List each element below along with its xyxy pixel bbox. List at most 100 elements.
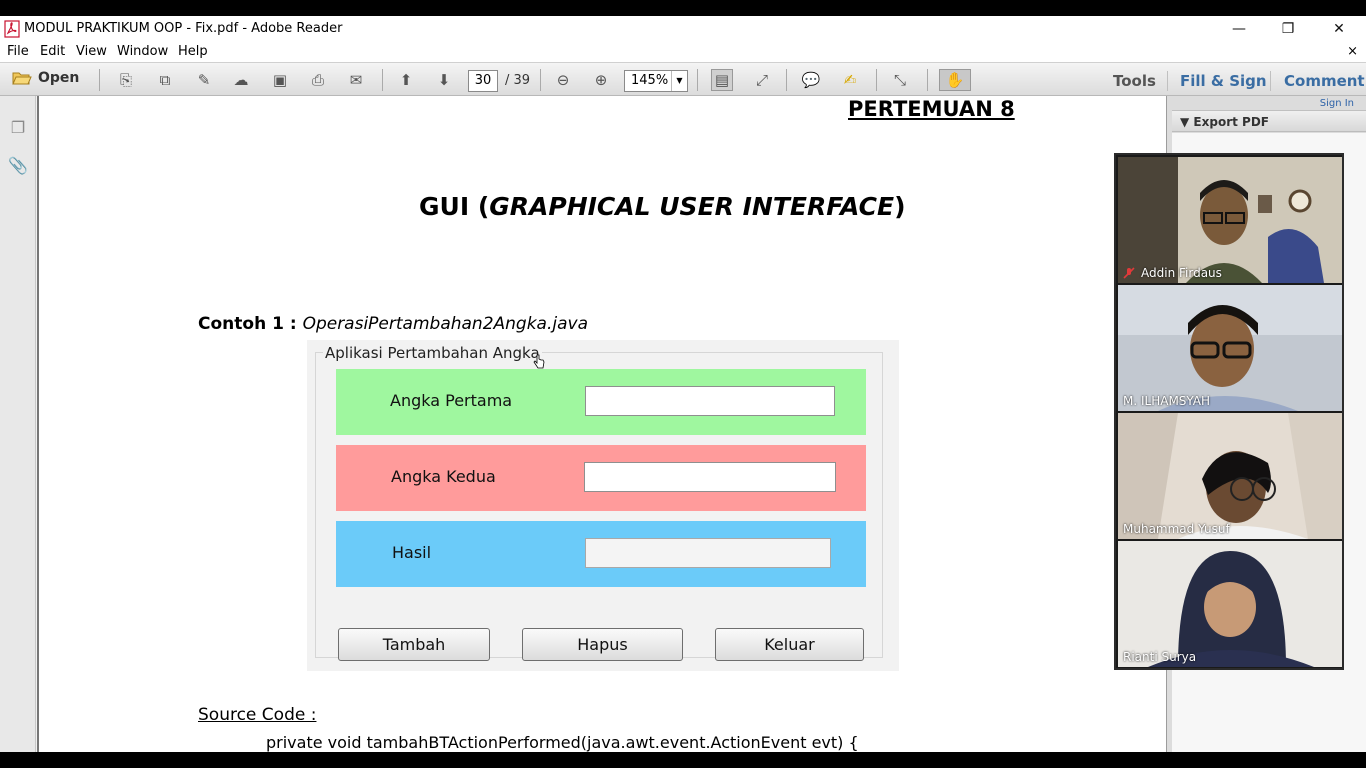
- attachments-icon[interactable]: 📎: [8, 156, 28, 176]
- page-thumbnails-icon[interactable]: ❐: [8, 118, 28, 138]
- hapus-button: Hapus: [522, 628, 683, 661]
- tambah-button: Tambah: [338, 628, 490, 661]
- highlight-icon[interactable]: ✍: [839, 69, 861, 91]
- keluar-button: Keluar: [715, 628, 864, 661]
- toolbar-divider: [1167, 71, 1168, 91]
- document-view[interactable]: PERTEMUAN 8 GUI (GRAPHICAL USER INTERFAC…: [37, 96, 1166, 752]
- angka-kedua-field: [584, 462, 836, 492]
- muted-mic-icon: [1123, 267, 1135, 279]
- save-icon[interactable]: ▣: [269, 69, 291, 91]
- previous-page-icon[interactable]: ⬆: [395, 69, 417, 91]
- angka-pertama-field: [585, 386, 835, 416]
- minimize-button[interactable]: —: [1216, 16, 1262, 42]
- page-title: GUI (GRAPHICAL USER INTERFACE): [419, 192, 906, 221]
- close-button[interactable]: ✕: [1316, 16, 1362, 42]
- title-prefix: GUI (: [419, 192, 490, 221]
- screen: MODUL PRAKTIKUM OOP - Fix.pdf - Adobe Re…: [0, 0, 1366, 768]
- toolbar: Open ⎘ ⧉ ✎ ☁ ▣ ⎙ ✉ ⬆ ⬇ 30 / 39 ⊖ ⊕ 145% …: [0, 62, 1366, 96]
- page-number-input[interactable]: 30: [468, 70, 498, 92]
- participant-name: Muhammad Yusuf: [1123, 522, 1230, 536]
- java-app-screenshot: Aplikasi Pertambahan Angka Angka Pertama…: [307, 340, 899, 671]
- menu-view[interactable]: View: [76, 44, 107, 59]
- angka-pertama-label: Angka Pertama: [390, 391, 513, 410]
- video-call-overlay: Addin Firdaus M. ILHAMSYAH Muhammad Yusu…: [1114, 153, 1344, 670]
- cloud-upload-icon[interactable]: ☁: [230, 69, 252, 91]
- hand-cursor-icon: [533, 354, 545, 369]
- comment-icon[interactable]: 💬: [800, 69, 822, 91]
- export-pdf-icon[interactable]: ⧉: [154, 69, 176, 91]
- example-caption: Contoh 1 : OperasiPertambahan2Angka.java: [198, 314, 588, 334]
- hasil-label: Hasil: [392, 543, 432, 562]
- participant-tile[interactable]: Addin Firdaus: [1118, 157, 1342, 283]
- title-suffix: ): [894, 192, 906, 221]
- toolbar-divider: [927, 69, 928, 91]
- bottom-bar: [0, 752, 1366, 768]
- page-heading: PERTEMUAN 8: [848, 97, 1015, 121]
- hand-tool-icon[interactable]: ✋: [939, 69, 971, 91]
- toolbar-divider: [382, 69, 383, 91]
- fullscreen-icon[interactable]: ⤡: [889, 69, 911, 91]
- angka-kedua-label: Angka Kedua: [391, 467, 496, 486]
- code-line: private void tambahBTActionPerformed(jav…: [266, 733, 859, 752]
- participant-video: [1118, 413, 1342, 539]
- fit-page-icon[interactable]: ▤: [711, 69, 733, 91]
- toolbar-divider: [1270, 71, 1271, 91]
- tools-tab[interactable]: Tools: [1113, 72, 1156, 90]
- menu-help[interactable]: Help: [178, 44, 208, 59]
- menu-file[interactable]: File: [7, 44, 29, 59]
- window-title: MODUL PRAKTIKUM OOP - Fix.pdf - Adobe Re…: [24, 21, 343, 36]
- next-page-icon[interactable]: ⬇: [433, 69, 455, 91]
- participant-tile[interactable]: M. ILHAMSYAH: [1118, 285, 1342, 411]
- example-label: Contoh 1 :: [198, 314, 303, 334]
- export-pdf-section[interactable]: ▼ Export PDF: [1172, 110, 1366, 132]
- source-code-heading: Source Code :: [198, 705, 317, 725]
- adobe-reader-window: MODUL PRAKTIKUM OOP - Fix.pdf - Adobe Re…: [0, 16, 1366, 752]
- example-filename: OperasiPertambahan2Angka.java: [302, 314, 588, 334]
- java-frame-title: Aplikasi Pertambahan Angka: [323, 344, 542, 362]
- fill-sign-tab[interactable]: Fill & Sign: [1180, 72, 1267, 90]
- menu-bar: File Edit View Window Help ×: [0, 42, 1366, 62]
- menu-edit[interactable]: Edit: [40, 44, 65, 59]
- toolbar-divider: [876, 69, 877, 91]
- maximize-button[interactable]: ❐: [1265, 16, 1311, 42]
- collapse-arrow-icon: ▼: [1180, 115, 1190, 129]
- zoom-in-icon[interactable]: ⊕: [590, 69, 612, 91]
- title-italic: GRAPHICAL USER INTERFACE: [489, 192, 895, 221]
- menu-window[interactable]: Window: [117, 44, 168, 59]
- participant-name: Addin Firdaus: [1141, 266, 1222, 280]
- open-button[interactable]: Open: [12, 70, 79, 86]
- row-angka-pertama: Angka Pertama: [336, 369, 866, 435]
- navigation-pane: ❐ 📎: [0, 96, 36, 752]
- folder-icon: [12, 72, 32, 85]
- participant-name: M. ILHAMSYAH: [1123, 394, 1211, 408]
- participant-video: [1118, 157, 1342, 283]
- sign-in-link[interactable]: Sign In: [1320, 98, 1354, 109]
- row-hasil: Hasil: [336, 521, 866, 587]
- page-total: / 39: [505, 73, 531, 88]
- toolbar-divider: [99, 69, 100, 91]
- edit-pdf-icon[interactable]: ✎: [193, 69, 215, 91]
- chevron-down-icon: ▼: [671, 71, 687, 91]
- participant-tile[interactable]: Rianti Surya: [1118, 541, 1342, 667]
- participant-video: [1118, 541, 1342, 667]
- create-pdf-icon[interactable]: ⎘: [115, 69, 137, 91]
- zoom-select[interactable]: 145% ▼: [624, 70, 688, 92]
- fit-width-icon[interactable]: ⤢: [751, 69, 773, 91]
- email-icon[interactable]: ✉: [345, 69, 367, 91]
- zoom-value: 145%: [631, 73, 669, 88]
- open-label: Open: [38, 70, 80, 86]
- participant-tile[interactable]: Muhammad Yusuf: [1118, 413, 1342, 539]
- print-icon[interactable]: ⎙: [307, 69, 329, 91]
- adobe-reader-icon: [4, 20, 20, 38]
- row-angka-kedua: Angka Kedua: [336, 445, 866, 511]
- pdf-page: PERTEMUAN 8 GUI (GRAPHICAL USER INTERFAC…: [39, 96, 1166, 752]
- close-document-icon[interactable]: ×: [1347, 44, 1358, 59]
- zoom-out-icon[interactable]: ⊖: [552, 69, 574, 91]
- export-pdf-label: Export PDF: [1193, 115, 1269, 129]
- comment-tab[interactable]: Comment: [1284, 72, 1365, 90]
- participant-name: Rianti Surya: [1123, 650, 1197, 664]
- toolbar-divider: [786, 69, 787, 91]
- toolbar-divider: [697, 69, 698, 91]
- title-bar: MODUL PRAKTIKUM OOP - Fix.pdf - Adobe Re…: [0, 16, 1366, 42]
- toolbar-divider: [540, 69, 541, 91]
